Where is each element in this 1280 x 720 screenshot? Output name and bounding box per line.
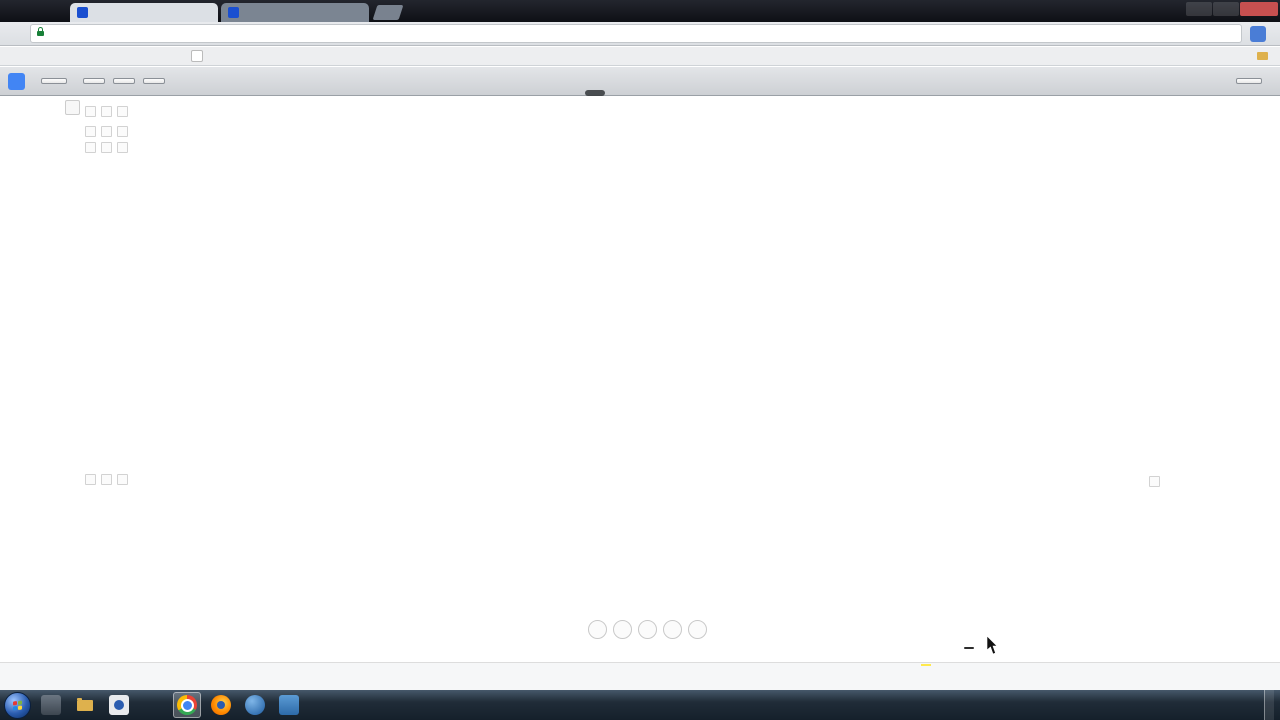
- browser-toolbar: [0, 22, 1280, 46]
- bookmark-favicon: [25, 51, 35, 61]
- scroll-left-button[interactable]: [588, 620, 607, 639]
- tab-eurchf[interactable]: [70, 3, 218, 22]
- eye-icon[interactable]: [85, 106, 96, 117]
- new-tab-button[interactable]: [373, 5, 404, 20]
- close-icon[interactable]: [117, 126, 128, 137]
- app-gray-icon: [41, 695, 61, 715]
- bookmark-favicon: [83, 51, 93, 61]
- bookmark-item[interactable]: [25, 51, 43, 61]
- taskbar-app-gray[interactable]: [37, 692, 65, 718]
- tradingview-favicon-icon: [77, 7, 88, 18]
- eye-icon[interactable]: [85, 142, 96, 153]
- window-controls: [1186, 2, 1278, 16]
- bb-indicator-header: [80, 142, 143, 153]
- bookmark-item[interactable]: [220, 51, 234, 61]
- translate-button[interactable]: [83, 78, 105, 84]
- taskbar-app-blue[interactable]: [275, 692, 303, 718]
- taskbar-windows-explorer[interactable]: [71, 692, 99, 718]
- reset-view-button[interactable]: [638, 620, 657, 639]
- gear-icon[interactable]: [101, 474, 112, 485]
- system-tray: [1232, 690, 1280, 720]
- chart-page: [0, 96, 1280, 690]
- translate-infobar: [0, 67, 1280, 96]
- bookmark-item[interactable]: [56, 51, 70, 61]
- range-toolbar: [0, 662, 1280, 690]
- tab-spx500[interactable]: [221, 3, 369, 22]
- media-player-icon: [109, 695, 129, 715]
- infobar-right: [1236, 78, 1272, 84]
- gear-icon[interactable]: [101, 106, 112, 117]
- bookmark-favicon: [56, 51, 66, 61]
- address-bar[interactable]: [30, 24, 1242, 43]
- always-translate-button[interactable]: [143, 78, 165, 84]
- eye-icon[interactable]: [85, 126, 96, 137]
- gear-icon[interactable]: [101, 142, 112, 153]
- close-icon[interactable]: [117, 106, 128, 117]
- no-button[interactable]: [113, 78, 135, 84]
- date-tooltip: [964, 647, 974, 649]
- bookmark-item[interactable]: [110, 51, 124, 61]
- firefox-icon: [211, 695, 231, 715]
- zoom-in-button[interactable]: [663, 620, 682, 639]
- bookmark-item[interactable]: [164, 51, 178, 61]
- chrome-icon: [177, 695, 197, 715]
- scroll-right-button[interactable]: [688, 620, 707, 639]
- explorer-folder-icon: [77, 700, 93, 711]
- close-icon[interactable]: [117, 474, 128, 485]
- bookmark-item[interactable]: [191, 50, 207, 62]
- exit-fullscreen-toast: [585, 90, 605, 96]
- taskbar-firefox[interactable]: [207, 692, 235, 718]
- taskbar-media-player[interactable]: [105, 692, 133, 718]
- tradingview-favicon-icon: [228, 7, 239, 18]
- taskbar-internet-explorer[interactable]: [139, 692, 167, 718]
- folder-icon: [1257, 52, 1268, 60]
- bookmark-favicon: [110, 51, 120, 61]
- close-window-button[interactable]: [1240, 2, 1278, 16]
- bookmark-favicon: [137, 51, 147, 61]
- bookmark-item[interactable]: [137, 51, 151, 61]
- translate-icon: [8, 73, 25, 90]
- extension-icon[interactable]: [1250, 26, 1266, 42]
- bookmark-item[interactable]: [83, 51, 97, 61]
- bookmarks-bar: [0, 47, 1280, 66]
- minimize-button[interactable]: [1186, 2, 1212, 16]
- show-desktop-button[interactable]: [1264, 690, 1274, 720]
- close-icon[interactable]: [117, 142, 128, 153]
- volume-indicator-header: [80, 126, 138, 137]
- bookmark-favicon: [220, 51, 230, 61]
- start-button[interactable]: [4, 692, 31, 719]
- tab-strip: [0, 0, 1280, 22]
- taskbar: [0, 690, 1280, 720]
- desktop: [0, 0, 1280, 720]
- maximize-button[interactable]: [1213, 2, 1239, 16]
- https-lock-icon: [37, 31, 44, 36]
- windows-flag-icon: [13, 700, 22, 710]
- language-dropdown[interactable]: [41, 78, 67, 84]
- eye-icon[interactable]: [85, 474, 96, 485]
- mouse-cursor: [986, 636, 1000, 656]
- other-bookmarks-button[interactable]: [1257, 52, 1272, 60]
- scale-cluster: [1148, 663, 1162, 691]
- gear-icon[interactable]: [101, 126, 112, 137]
- taskbar-thunderbird[interactable]: [241, 692, 269, 718]
- options-dropdown[interactable]: [1236, 78, 1262, 84]
- thunderbird-icon: [245, 695, 265, 715]
- chart-canvas[interactable]: [64, 96, 1220, 662]
- zoom-out-button[interactable]: [613, 620, 632, 639]
- macd-collapse-icon[interactable]: [1149, 476, 1160, 487]
- news-ticker[interactable]: [921, 664, 931, 666]
- symbol-header: [80, 106, 148, 117]
- app-blue-icon: [279, 695, 299, 715]
- bookmark-favicon: [164, 51, 174, 61]
- bookmark-favicon: [191, 50, 203, 62]
- taskbar-google-chrome[interactable]: [173, 692, 201, 718]
- macd-indicator-header: [80, 474, 143, 485]
- chart-nav-cluster: [588, 620, 707, 639]
